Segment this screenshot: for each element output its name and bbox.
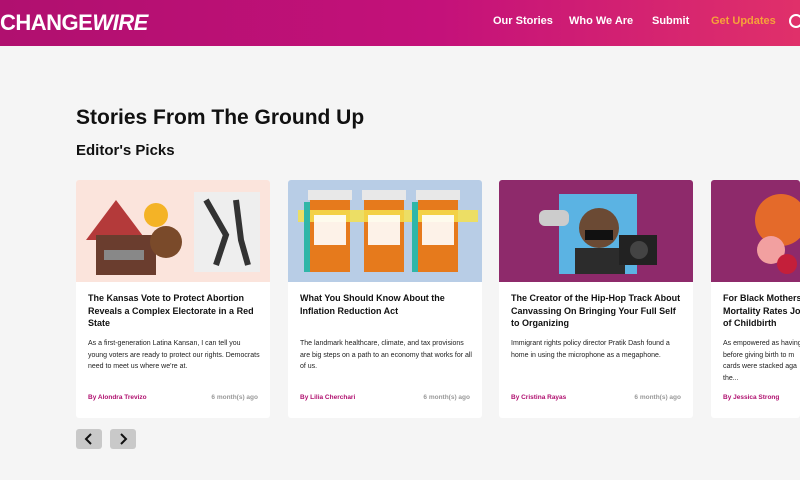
site-header: CHANGEWIRE Our Stories Who We Are Submit… (0, 0, 800, 46)
story-excerpt: As a first-generation Latina Kansan, I c… (88, 340, 260, 370)
nav-our-stories[interactable]: Our Stories (493, 15, 553, 27)
story-author[interactable]: By Lilia Cherchari (300, 394, 355, 401)
chevron-right-icon (120, 433, 128, 445)
nav-who-we-are[interactable]: Who We Are (569, 15, 633, 27)
main-nav: Our Stories Who We Are Submit Get Update… (0, 15, 800, 31)
story-card[interactable]: The Kansas Vote to Protect Abortion Reve… (76, 180, 270, 418)
story-image (711, 180, 800, 282)
story-author[interactable]: By Cristina Rayas (511, 394, 566, 401)
story-time: 6 month(s) ago (211, 394, 258, 401)
story-title[interactable]: The Creator of the Hip-Hop Track About C… (511, 292, 683, 330)
carousel-next-button[interactable] (110, 429, 136, 449)
nav-get-updates[interactable]: Get Updates (711, 15, 776, 27)
nav-submit[interactable]: Submit (652, 15, 689, 27)
story-image (76, 180, 270, 282)
story-time: 6 month(s) ago (634, 394, 681, 401)
story-excerpt: The landmark healthcare, climate, and ta… (300, 340, 472, 370)
search-icon[interactable] (789, 14, 800, 28)
story-image (499, 180, 693, 282)
story-time: 6 month(s) ago (423, 394, 470, 401)
section-title: Editor's Picks (76, 142, 175, 159)
story-title[interactable]: For Black Mothers of Mortality Rates Joy… (723, 292, 800, 330)
story-image (288, 180, 482, 282)
story-author[interactable]: By Alondra Trevizo (88, 394, 147, 401)
story-card[interactable]: What You Should Know About the Inflation… (288, 180, 482, 418)
story-card[interactable]: The Creator of the Hip-Hop Track About C… (499, 180, 693, 418)
story-title[interactable]: What You Should Know About the Inflation… (300, 292, 472, 317)
chevron-left-icon (84, 433, 92, 445)
story-excerpt: Immigrant rights policy director Pratik … (511, 340, 670, 359)
carousel-prev-button[interactable] (76, 429, 102, 449)
story-title[interactable]: The Kansas Vote to Protect Abortion Reve… (88, 292, 260, 330)
story-card[interactable]: For Black Mothers of Mortality Rates Joy… (711, 180, 800, 418)
page-title: Stories From The Ground Up (76, 106, 365, 129)
story-author[interactable]: By Jessica Strong (723, 394, 779, 401)
story-excerpt: As empowered as having before giving bir… (723, 340, 800, 382)
